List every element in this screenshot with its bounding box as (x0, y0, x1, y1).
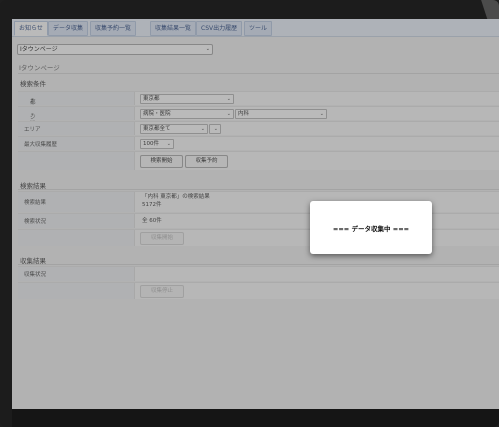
collecting-message: === データ収集中 === (332, 225, 410, 233)
app-screen: お知らせ データ収集 収集予約一覧 収集結果一覧 CSV出力履歴 ツール Iタウ… (12, 19, 499, 409)
bezel-bottom (12, 409, 499, 427)
collecting-dialog: === データ収集中 === (310, 201, 432, 254)
device-bezel: お知らせ データ収集 収集予約一覧 収集結果一覧 CSV出力履歴 ツール Iタウ… (0, 0, 499, 427)
